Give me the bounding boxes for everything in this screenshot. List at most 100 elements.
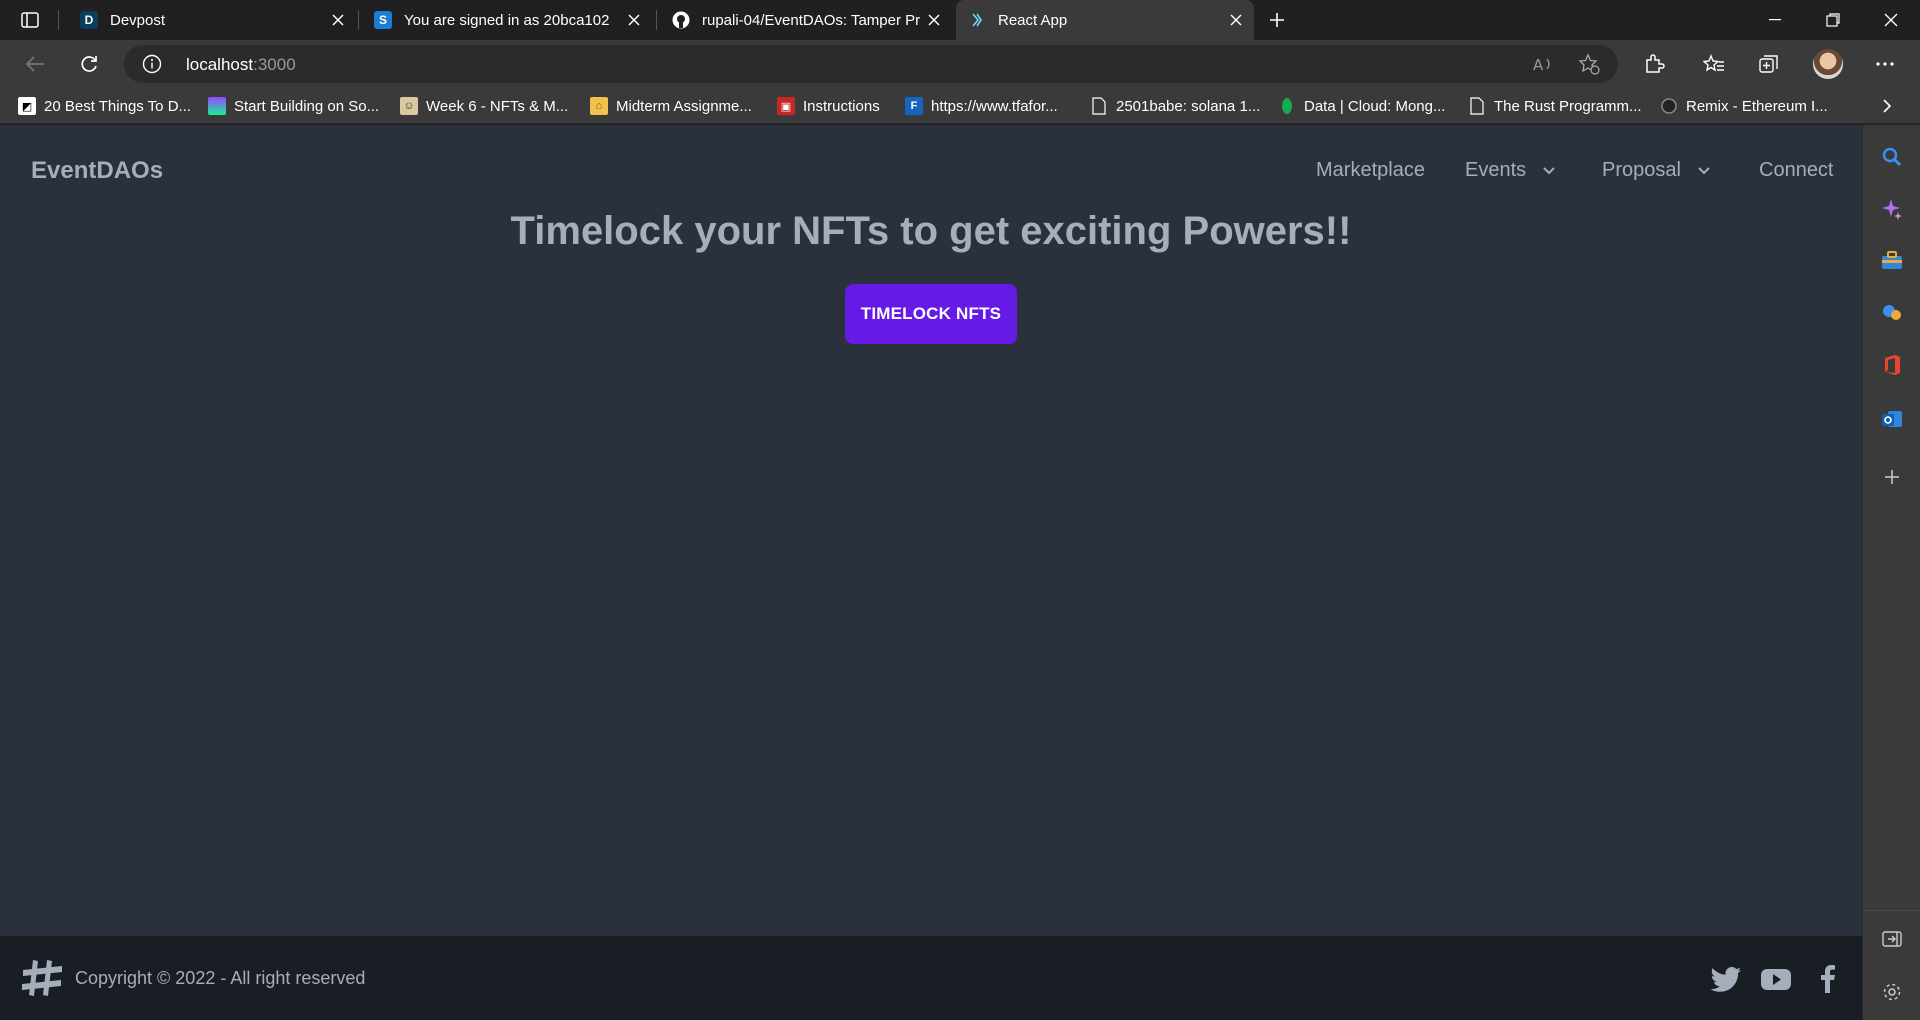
bookmark-item[interactable]: ◩ 20 Best Things To D...	[18, 94, 191, 118]
bookmark-label: Start Building on So...	[234, 97, 380, 115]
document-icon	[1468, 97, 1486, 115]
tab-separator	[58, 10, 59, 30]
bookmark-item[interactable]: Start Building on So...	[208, 94, 379, 118]
refresh-icon[interactable]	[72, 48, 106, 80]
more-options-icon[interactable]	[1868, 48, 1902, 80]
devpost-favicon-icon: D	[80, 11, 98, 29]
s-favicon-icon: S	[374, 11, 392, 29]
url-host: localhost	[186, 55, 254, 74]
bookmark-label: https://www.tfafor...	[931, 97, 1058, 115]
tools-briefcase-icon[interactable]	[1880, 249, 1904, 273]
hashtag-logo-icon	[22, 960, 62, 996]
bookmark-item[interactable]: Data | Cloud: Mong...	[1278, 94, 1445, 118]
chevron-down-icon	[1543, 166, 1555, 174]
games-icon[interactable]	[1880, 301, 1904, 325]
hide-sidebar-icon[interactable]	[1880, 927, 1904, 951]
nav-marketplace[interactable]: Marketplace	[1316, 159, 1425, 182]
copilot-sparkle-icon[interactable]	[1880, 197, 1904, 221]
bookmark-label: Week 6 - NFTs & M...	[426, 97, 569, 115]
bookmark-item[interactable]: ⌂ Midterm Assignme...	[590, 94, 752, 118]
bookmark-favicon-icon: ◩	[18, 97, 36, 115]
chevron-down-icon	[1698, 166, 1710, 174]
bookmarks-bar: ◩ 20 Best Things To D... Start Building o…	[0, 88, 1920, 124]
bookmark-label: The Rust Programm...	[1494, 97, 1642, 115]
bookmark-item[interactable]: Remix - Ethereum I...	[1660, 94, 1828, 118]
bookmark-label: Data | Cloud: Mong...	[1304, 97, 1446, 115]
search-icon[interactable]	[1880, 145, 1904, 169]
browser-toolbar: localhost:3000 A	[0, 40, 1920, 88]
sidebar-divider	[1863, 910, 1920, 911]
close-tab-icon[interactable]	[1226, 10, 1246, 30]
bookmark-item[interactable]: ▣ Instructions	[777, 94, 880, 118]
twitter-icon[interactable]	[1710, 964, 1742, 994]
bookmark-item[interactable]: 2501babe: solana 1...	[1090, 94, 1260, 118]
profile-avatar[interactable]	[1813, 49, 1843, 79]
nav-proposal-dropdown[interactable]: Proposal	[1602, 159, 1711, 182]
minimize-icon[interactable]	[1747, 0, 1803, 40]
edge-sidebar	[1862, 125, 1920, 1020]
remix-icon	[1660, 97, 1678, 115]
youtube-icon[interactable]	[1760, 964, 1792, 994]
add-favorite-icon[interactable]	[1577, 53, 1601, 75]
tab-strip: D Devpost S You are signed in as 20bca10…	[0, 0, 1920, 40]
nav-events-label: Events	[1465, 159, 1527, 181]
tab-title: You are signed in as 20bca102	[404, 11, 610, 29]
site-footer: Copyright © 2022 - All right reserved	[0, 936, 1862, 1020]
settings-gear-icon[interactable]	[1880, 980, 1904, 1004]
timelock-nfts-button[interactable]: TIMELOCK NFTS	[845, 284, 1017, 344]
tab-title: React App	[998, 11, 1068, 29]
nav-events-dropdown[interactable]: Events	[1465, 159, 1556, 182]
close-window-icon[interactable]	[1863, 0, 1919, 40]
read-aloud-icon[interactable]: A	[1532, 53, 1556, 75]
github-icon	[672, 11, 690, 29]
site-info-icon[interactable]	[142, 54, 162, 74]
mongodb-leaf-icon	[1278, 97, 1296, 115]
svg-text:A: A	[1533, 56, 1544, 73]
tab-title: Devpost	[110, 11, 166, 29]
bookmark-label: 2501babe: solana 1...	[1116, 97, 1261, 115]
outlook-icon[interactable]	[1880, 407, 1904, 431]
house-icon: ⌂	[590, 97, 608, 115]
f-favicon-icon: F	[905, 97, 923, 115]
react-favicon-icon	[968, 11, 986, 29]
tab-title: rupali-04/EventDAOs: Tamper Pr	[702, 11, 921, 29]
bookmark-label: 20 Best Things To D...	[44, 97, 192, 115]
more-bookmarks-chevron-icon[interactable]	[1882, 94, 1892, 118]
hero-title: Timelock your NFTs to get exciting Power…	[510, 209, 1352, 253]
site-brand[interactable]: EventDAOs	[31, 157, 163, 185]
close-tab-icon[interactable]	[328, 10, 348, 30]
facebook-icon[interactable]	[1812, 964, 1844, 994]
document-icon	[1090, 97, 1108, 115]
restore-icon[interactable]	[1805, 0, 1861, 40]
tab-signed-in[interactable]: S You are signed in as 20bca102	[362, 0, 652, 40]
bookmark-item[interactable]: ☺ Week 6 - NFTs & M...	[400, 94, 568, 118]
tab-devpost[interactable]: D Devpost	[68, 0, 356, 40]
add-sidebar-app-icon[interactable]	[1880, 465, 1904, 489]
footer-copyright: Copyright © 2022 - All right reserved	[75, 968, 366, 988]
web-page: EventDAOs Marketplace Events Proposal Co…	[0, 125, 1862, 1020]
address-bar[interactable]: localhost:3000 A	[124, 45, 1618, 83]
tab-separator	[656, 10, 657, 30]
bookmark-label: Remix - Ethereum I...	[1686, 97, 1828, 115]
bookmark-item[interactable]: The Rust Programm...	[1468, 94, 1642, 118]
tab-actions-icon[interactable]	[14, 6, 46, 34]
office-icon[interactable]	[1880, 353, 1904, 377]
nav-connect-label: Connect	[1759, 159, 1834, 181]
extensions-icon[interactable]	[1637, 48, 1671, 80]
bookmark-label: Midterm Assignme...	[616, 97, 752, 115]
nav-proposal-label: Proposal	[1602, 159, 1681, 181]
bookmark-label: Instructions	[803, 97, 880, 115]
bookmark-favicon-icon: ☺	[400, 97, 418, 115]
new-tab-icon[interactable]	[1262, 6, 1292, 34]
close-tab-icon[interactable]	[924, 10, 944, 30]
nav-connect[interactable]: Connect	[1759, 159, 1834, 182]
favorites-icon[interactable]	[1697, 48, 1731, 80]
tab-github[interactable]: rupali-04/EventDAOs: Tamper Pr	[660, 0, 952, 40]
bookmark-favicon-icon: ▣	[777, 97, 795, 115]
close-tab-icon[interactable]	[624, 10, 644, 30]
site-navbar: EventDAOs Marketplace Events Proposal Co…	[0, 125, 1862, 215]
tab-react-app[interactable]: React App	[956, 0, 1254, 40]
back-icon[interactable]	[18, 48, 52, 80]
collections-icon[interactable]	[1752, 48, 1786, 80]
bookmark-item[interactable]: Fhttps://www.tfafor...	[905, 94, 1058, 118]
